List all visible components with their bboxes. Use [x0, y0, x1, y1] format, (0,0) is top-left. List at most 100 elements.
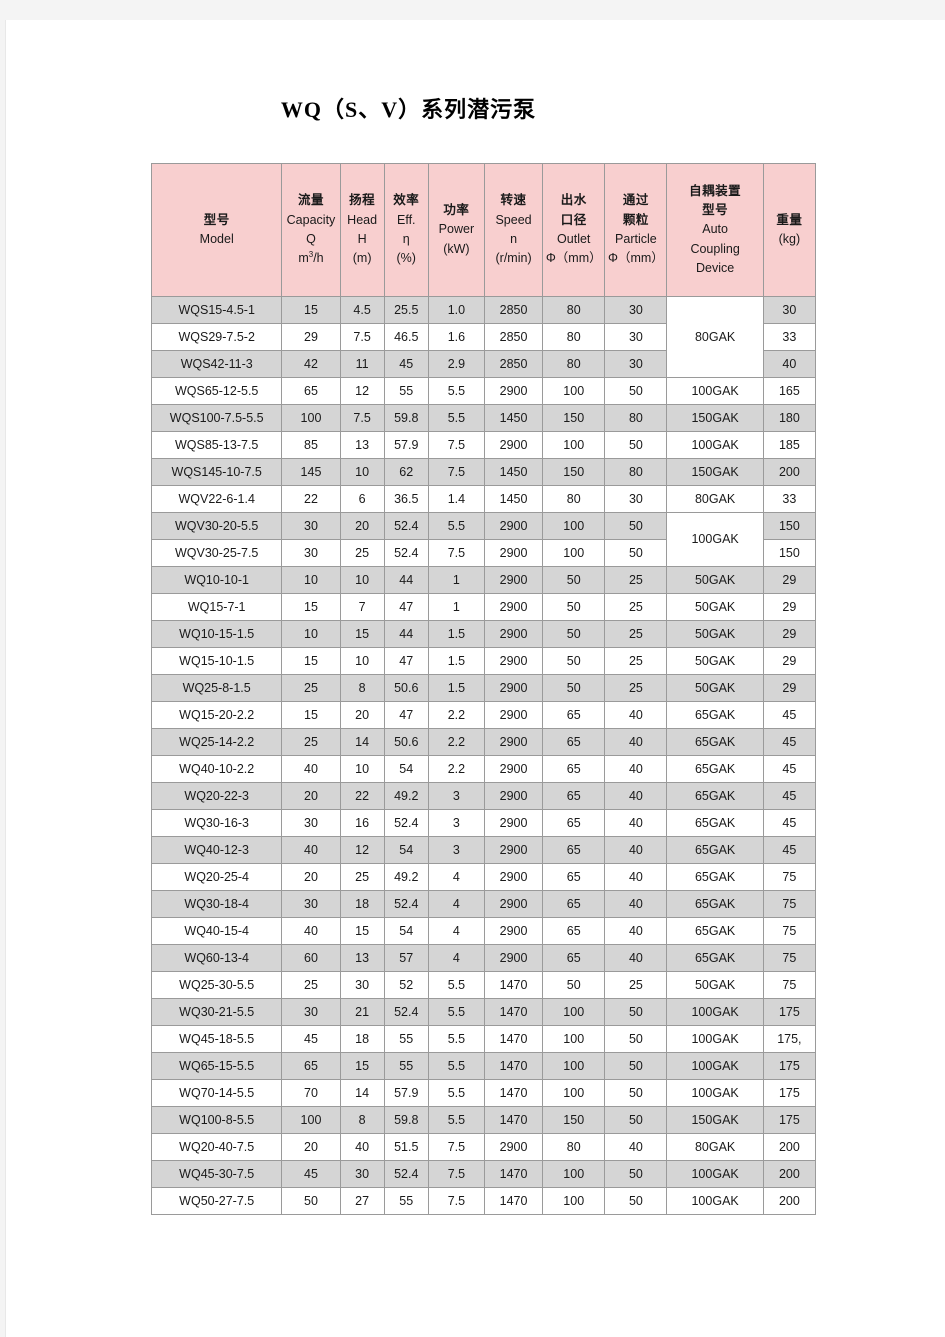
- cell-weight: 200: [763, 1161, 816, 1188]
- cell-weight: 29: [763, 648, 816, 675]
- cell-couple: 65GAK: [667, 837, 764, 864]
- column-header-couple-line-5: Device: [696, 261, 735, 276]
- cell-head: 8: [340, 1107, 385, 1134]
- cell-couple: 50GAK: [667, 594, 764, 621]
- cell-eff: 52.4: [384, 999, 429, 1026]
- cell-couple: 50GAK: [667, 675, 764, 702]
- cell-model: WQ65-15-5.5: [152, 1053, 283, 1080]
- document-page: WQ（S、V）系列潜污泵 型号 Model 流量 Capacity Qm3/h 扬程 Hea…: [5, 20, 945, 1337]
- cell-speed: 1450: [484, 459, 544, 486]
- table-row: WQ20-22-3 20 22 49.2 3 2900 65 40 65GAK 45: [152, 783, 816, 810]
- cell-speed: 2850: [484, 324, 544, 351]
- cell-outlet: 100: [543, 1188, 606, 1215]
- table-row: WQS100-7.5-5.5 100 7.5 59.8 5.5 1450 150 80 150G…: [152, 405, 816, 432]
- cell-couple: 65GAK: [667, 756, 764, 783]
- cell-head: 10: [340, 459, 385, 486]
- cell-head: 11: [340, 351, 385, 378]
- column-header-eff: 效率 Eff. η (%): [384, 164, 429, 297]
- cell-model: WQ15-7-1: [152, 594, 283, 621]
- column-header-speed-line-1: 转速: [500, 193, 527, 208]
- cell-outlet: 50: [543, 648, 606, 675]
- cell-speed: 1470: [484, 1107, 544, 1134]
- cell-part: 40: [605, 729, 668, 756]
- column-header-part: 通过 颗粒 Particle Φ（mm）: [605, 164, 668, 297]
- cell-power: 2.9: [428, 351, 485, 378]
- cell-couple: 150GAK: [667, 405, 764, 432]
- column-header-speed: 转速 Speed n (r/min): [484, 164, 544, 297]
- cell-part: 40: [605, 810, 668, 837]
- table-row: WQ65-15-5.5 65 15 55 5.5 1470 100 50 100GAK 175: [152, 1053, 816, 1080]
- cell-cap: 30: [282, 999, 341, 1026]
- cell-part: 40: [605, 837, 668, 864]
- cell-weight: 175: [763, 1107, 816, 1134]
- table-header-row: 型号 Model 流量 Capacity Qm3/h 扬程 Head H (m) 效率 Eff. η (…: [152, 164, 816, 297]
- cell-couple: 100GAK: [667, 1053, 764, 1080]
- cell-cap: 30: [282, 810, 341, 837]
- cell-speed: 2900: [484, 567, 544, 594]
- table-row: WQ30-18-4 30 18 52.4 4 2900 65 40 65GAK 75: [152, 891, 816, 918]
- column-header-speed-line-3: n: [510, 232, 518, 246]
- cell-model: WQ70-14-5.5: [152, 1080, 283, 1107]
- cell-cap: 45: [282, 1161, 341, 1188]
- cell-power: 5.5: [428, 405, 485, 432]
- table-row: WQ20-40-7.5 20 40 51.5 7.5 2900 80 40 80GAK 200: [152, 1134, 816, 1161]
- cell-part: 30: [605, 297, 668, 324]
- cell-weight: 45: [763, 783, 816, 810]
- cell-model: WQ45-18-5.5: [152, 1026, 283, 1053]
- cell-outlet: 150: [543, 459, 606, 486]
- cell-speed: 2900: [484, 432, 544, 459]
- cell-eff: 55: [384, 1053, 429, 1080]
- cell-part: 50: [605, 513, 668, 540]
- cell-part: 40: [605, 918, 668, 945]
- cell-eff: 47: [384, 702, 429, 729]
- cell-outlet: 65: [543, 837, 606, 864]
- cell-part: 50: [605, 540, 668, 567]
- cell-model: WQS145-10-7.5: [152, 459, 283, 486]
- cell-speed: 2900: [484, 378, 544, 405]
- cell-head: 15: [340, 918, 385, 945]
- cell-outlet: 50: [543, 621, 606, 648]
- cell-eff: 55: [384, 1188, 429, 1215]
- cell-power: 1.4: [428, 486, 485, 513]
- cell-speed: 2900: [484, 783, 544, 810]
- cell-cap: 15: [282, 594, 341, 621]
- cell-head: 12: [340, 378, 385, 405]
- cell-head: 13: [340, 945, 385, 972]
- cell-outlet: 80: [543, 351, 606, 378]
- cell-couple: 65GAK: [667, 891, 764, 918]
- table-row: WQ45-30-7.5 45 30 52.4 7.5 1470 100 50 100GAK 200: [152, 1161, 816, 1188]
- cell-eff: 51.5: [384, 1134, 429, 1161]
- cell-speed: 2900: [484, 918, 544, 945]
- cell-head: 7.5: [340, 405, 385, 432]
- cell-weight: 29: [763, 594, 816, 621]
- cell-eff: 47: [384, 594, 429, 621]
- cell-couple: 65GAK: [667, 945, 764, 972]
- cell-speed: 2900: [484, 594, 544, 621]
- cell-part: 40: [605, 891, 668, 918]
- cell-power: 7.5: [428, 540, 485, 567]
- cell-part: 50: [605, 1107, 668, 1134]
- cell-head: 10: [340, 648, 385, 675]
- cell-part: 50: [605, 1161, 668, 1188]
- cell-weight: 40: [763, 351, 816, 378]
- cell-model: WQ20-25-4: [152, 864, 283, 891]
- cell-outlet: 65: [543, 918, 606, 945]
- cell-weight: 150: [763, 540, 816, 567]
- cell-power: 5.5: [428, 1080, 485, 1107]
- cell-head: 4.5: [340, 297, 385, 324]
- cell-eff: 54: [384, 756, 429, 783]
- cell-cap: 100: [282, 1107, 341, 1134]
- cell-speed: 2900: [484, 513, 544, 540]
- cell-part: 80: [605, 459, 668, 486]
- cell-cap: 40: [282, 918, 341, 945]
- cell-model: WQ25-14-2.2: [152, 729, 283, 756]
- cell-power: 4: [428, 918, 485, 945]
- column-header-outlet-line-4: Φ（mm）: [545, 251, 602, 266]
- cell-model: WQS42-11-3: [152, 351, 283, 378]
- cell-power: 7.5: [428, 1161, 485, 1188]
- cell-head: 12: [340, 837, 385, 864]
- cell-model: WQ50-27-7.5: [152, 1188, 283, 1215]
- pump-specification-table: 型号 Model 流量 Capacity Qm3/h 扬程 Head H (m) 效率 Eff. η (…: [151, 163, 816, 1215]
- cell-power: 7.5: [428, 1188, 485, 1215]
- cell-eff: 47: [384, 648, 429, 675]
